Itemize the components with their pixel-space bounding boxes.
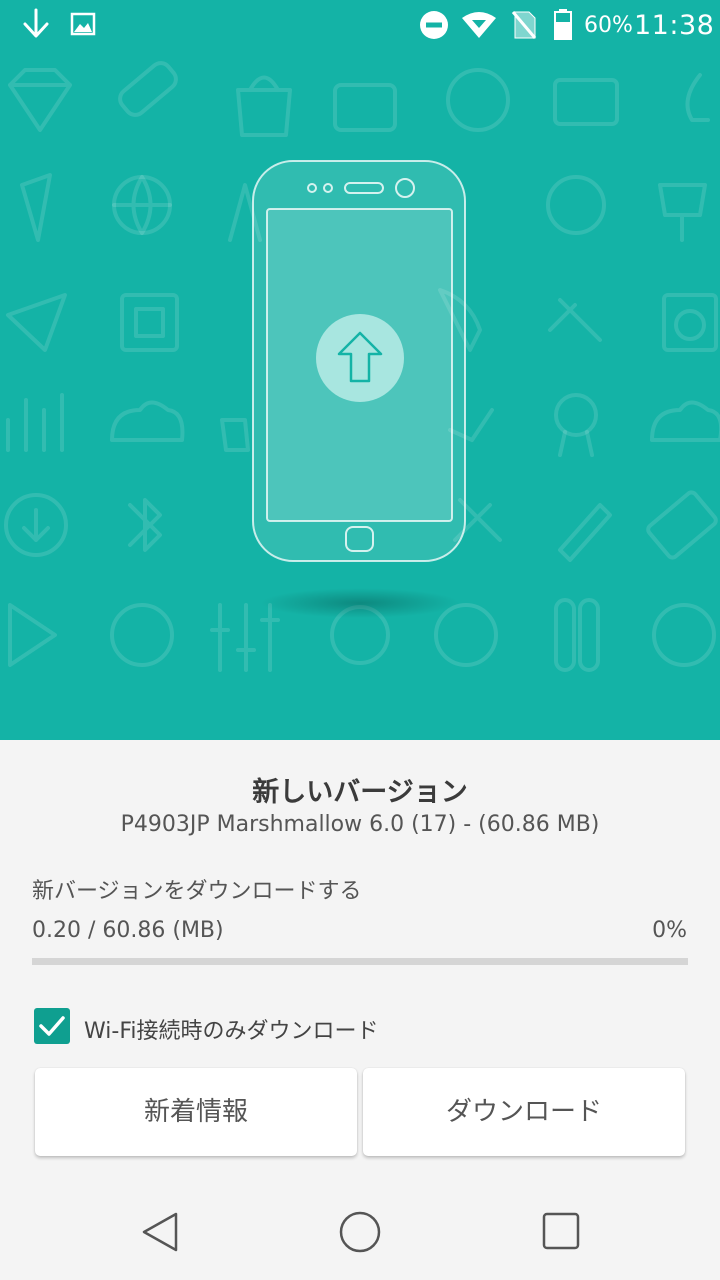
download-label: 新バージョンをダウンロードする (32, 879, 362, 904)
status-bar: 60% 11:38 (0, 0, 720, 50)
battery-percent: 60% (584, 13, 633, 38)
checkmark-icon (39, 1016, 65, 1036)
progress-percent: 0% (652, 918, 687, 943)
new-version-title: 新しいバージョン (252, 777, 468, 808)
progress-bar (32, 958, 688, 965)
no-sim-icon (511, 11, 537, 39)
upload-arrow-icon (316, 314, 404, 402)
battery-icon (554, 9, 572, 40)
back-icon[interactable] (138, 1210, 182, 1254)
update-panel: 新しいバージョン P4903JP Marshmallow 6.0 (17) - … (0, 740, 720, 1190)
wifi-only-label[interactable]: Wi-Fi接続時のみダウンロード (84, 1013, 379, 1045)
phone-update-illustration (252, 160, 466, 562)
recents-icon[interactable] (540, 1210, 584, 1254)
phone-shadow (260, 588, 460, 618)
download-icon (23, 8, 49, 38)
clock: 11:38 (634, 10, 715, 41)
version-info: P4903JP Marshmallow 6.0 (17) - (60.86 MB… (120, 812, 600, 837)
hero-banner: 60% 11:38 (0, 0, 720, 740)
navigation-bar (0, 1190, 720, 1280)
wifi-icon (462, 12, 496, 38)
download-button[interactable]: ダウンロード (363, 1068, 685, 1156)
whats-new-button[interactable]: 新着情報 (35, 1068, 357, 1156)
home-icon[interactable] (338, 1210, 382, 1254)
progress-text: 0.20 / 60.86 (MB) (32, 918, 224, 943)
image-icon (70, 12, 96, 36)
wifi-only-checkbox[interactable] (34, 1008, 70, 1044)
do-not-disturb-icon (420, 11, 448, 39)
